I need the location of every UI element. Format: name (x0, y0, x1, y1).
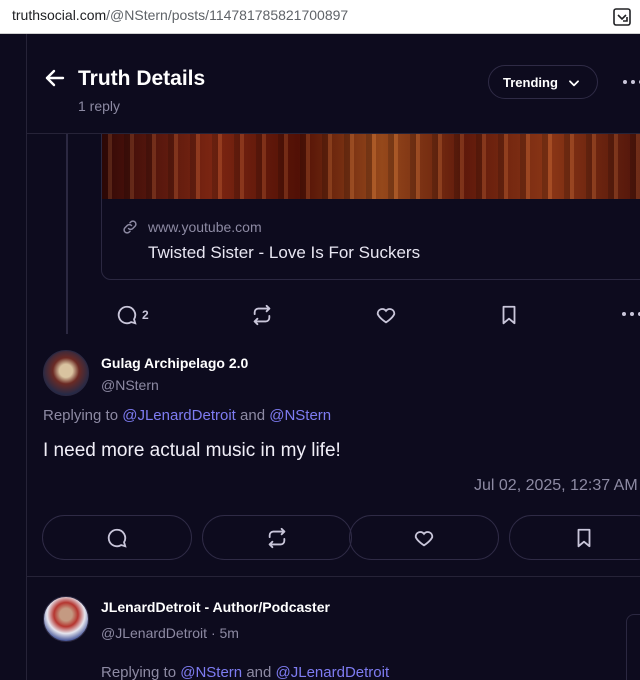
reply-count: 2 (142, 308, 149, 322)
reply-handle[interactable]: @NStern (101, 377, 159, 393)
url-path: /@NStern/posts/114781785821700897 (106, 7, 349, 23)
link-icon (121, 218, 139, 236)
mention-link[interactable]: @JLenardDetroit (276, 664, 390, 680)
url-host: truthsocial.com (12, 7, 107, 23)
sort-dropdown[interactable]: Trending (488, 65, 598, 99)
more-options-icon[interactable] (620, 310, 640, 318)
retruth-button[interactable] (202, 515, 352, 560)
and-word: and (246, 664, 272, 680)
like-action[interactable] (375, 304, 397, 326)
post-text: I need more actual music in my life! (43, 440, 341, 461)
mention-link[interactable]: @NStern (269, 407, 331, 424)
back-arrow-icon[interactable] (43, 66, 67, 90)
heart-icon (413, 527, 435, 549)
mention-link[interactable]: @NStern (180, 664, 242, 680)
page-header: Truth Details 1 reply Trending (27, 34, 640, 134)
avatar[interactable] (43, 596, 89, 642)
reply-handle-and-time: @JLenardDetroit · 5m (101, 625, 239, 641)
replying-prefix: Replying to (43, 407, 119, 424)
page-title: Truth Details (78, 67, 206, 90)
bookmark-button[interactable] (509, 515, 640, 560)
link-domain: www.youtube.com (148, 219, 262, 235)
relative-time[interactable]: 5m (220, 625, 239, 641)
video-thumbnail[interactable] (102, 125, 640, 199)
and-word: and (240, 407, 266, 424)
replying-to: Replying to @NStern and @JLenardDetroit (101, 664, 389, 680)
reply-display-name[interactable]: Gulag Archipelago 2.0 (101, 355, 248, 371)
link-title[interactable]: Twisted Sister - Love Is For Suckers (148, 243, 420, 263)
retruth-action[interactable] (251, 304, 273, 326)
repost-icon (251, 304, 273, 326)
replying-to: Replying to @JLenardDetroit and @NStern (43, 407, 331, 424)
bookmark-icon (498, 304, 520, 326)
more-options-icon[interactable] (621, 72, 640, 92)
comment-icon (106, 527, 128, 549)
original-post-actions: 2 (0, 300, 640, 330)
embedded-card-edge[interactable] (626, 614, 640, 680)
repost-icon (266, 527, 288, 549)
reply-action[interactable]: 2 (116, 304, 149, 326)
browser-url-bar[interactable]: truthsocial.com/@NStern/posts/1147817858… (0, 0, 640, 34)
comment-icon (116, 304, 138, 326)
link-preview-card[interactable]: www.youtube.com Twisted Sister - Love Is… (101, 124, 640, 280)
mention-link[interactable]: @JLenardDetroit (122, 407, 236, 424)
heart-icon (375, 304, 397, 326)
time-separator: · (210, 625, 216, 641)
bookmark-action[interactable] (498, 304, 520, 326)
reply-button[interactable] (42, 515, 192, 560)
avatar[interactable] (43, 350, 89, 396)
reply-count-label: 1 reply (78, 98, 121, 114)
sort-label: Trending (503, 75, 558, 90)
divider (27, 576, 640, 577)
url-text[interactable]: truthsocial.com/@NStern/posts/1147817858… (12, 7, 348, 23)
extension-icon[interactable] (612, 7, 632, 27)
page: www.youtube.com Twisted Sister - Love Is… (0, 34, 640, 680)
post-timestamp[interactable]: Jul 02, 2025, 12:37 AM (474, 477, 638, 495)
reply-handle[interactable]: @JLenardDetroit (101, 625, 207, 641)
bookmark-icon (573, 527, 595, 549)
like-button[interactable] (349, 515, 499, 560)
reply-display-name[interactable]: JLenardDetroit - Author/Podcaster (101, 599, 330, 615)
replying-prefix: Replying to (101, 664, 177, 680)
